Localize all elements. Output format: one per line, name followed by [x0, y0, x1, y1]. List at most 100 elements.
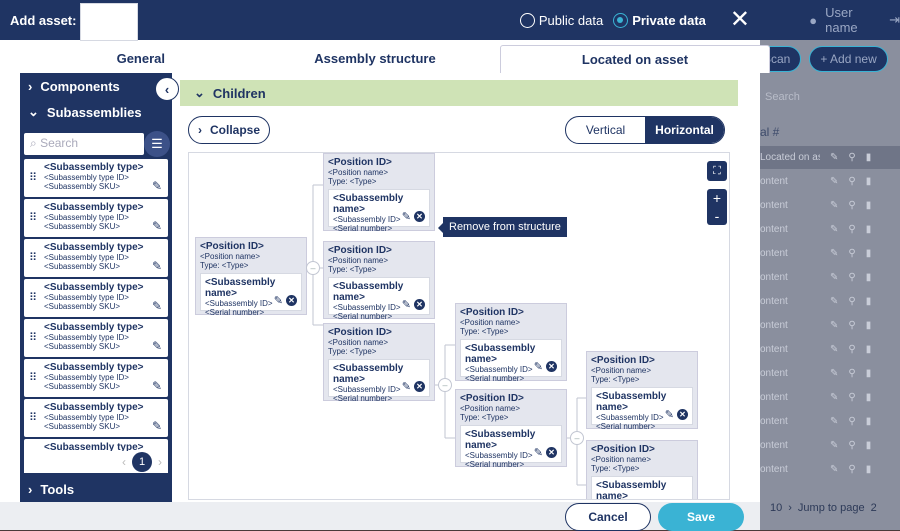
- position-node[interactable]: <Position ID> <Position name> Type: <Type>…: [455, 303, 567, 383]
- chevron-right-icon[interactable]: ›: [788, 502, 792, 514]
- background-row[interactable]: ontent ✎ ⚲ ▮: [748, 242, 900, 265]
- private-data-radio[interactable]: Private data: [613, 12, 706, 28]
- pencil-icon[interactable]: ✎: [830, 296, 838, 307]
- pencil-icon[interactable]: ✎: [830, 416, 838, 427]
- background-row[interactable]: Located on asset ✎ ⚲ ▮: [748, 146, 900, 169]
- zoom-out-button[interactable]: -: [707, 207, 727, 225]
- tab-located-on-asset[interactable]: Located on asset: [500, 45, 770, 73]
- pencil-icon[interactable]: ✎: [830, 224, 838, 235]
- pencil-icon[interactable]: ✎: [152, 299, 162, 313]
- pencil-icon[interactable]: ✎: [830, 368, 838, 379]
- subassembly-slot[interactable]: <Subassembly name> <Subassembly ID> <Seria…: [328, 277, 430, 321]
- remove-icon[interactable]: ✕: [546, 447, 557, 458]
- background-row[interactable]: ontent ✎ ⚲ ▮: [748, 314, 900, 337]
- background-row[interactable]: ontent ✎ ⚲ ▮: [748, 362, 900, 385]
- pencil-icon[interactable]: ✎: [274, 294, 283, 307]
- subassembly-card[interactable]: ⠿ <Subassembly type> <Subassembly type ID>…: [24, 319, 168, 357]
- pencil-icon[interactable]: ✎: [830, 464, 838, 475]
- remove-icon[interactable]: ✕: [286, 295, 297, 306]
- trash-icon[interactable]: ▮: [866, 464, 872, 475]
- tab-general[interactable]: General: [0, 45, 250, 73]
- chevron-left-icon[interactable]: ‹: [122, 455, 126, 469]
- add-new-button[interactable]: + Add new: [809, 46, 888, 72]
- position-node[interactable]: <Position ID> <Position name> Type: <Type>…: [455, 389, 567, 469]
- background-row[interactable]: ontent ✎ ⚲ ▮: [748, 266, 900, 289]
- position-node[interactable]: <Position ID> <Position name> Type: <Type>…: [195, 237, 307, 317]
- subassembly-card[interactable]: ⠿ <Subassembly type> <Subassembly type ID>…: [24, 359, 168, 397]
- save-button[interactable]: Save: [658, 503, 744, 531]
- pencil-icon[interactable]: ✎: [830, 176, 838, 187]
- background-row[interactable]: ontent ✎ ⚲ ▮: [748, 434, 900, 457]
- pencil-icon[interactable]: ✎: [152, 259, 162, 273]
- pencil-icon[interactable]: ✎: [830, 200, 838, 211]
- position-node[interactable]: <Position ID> <Position name> Type: <Type>…: [586, 351, 698, 431]
- drag-handle-icon[interactable]: ⠿: [29, 211, 37, 224]
- subassemblies-section-toggle[interactable]: ⌄ Subassemblies: [20, 99, 172, 125]
- background-row[interactable]: ontent ✎ ⚲ ▮: [748, 338, 900, 361]
- background-search[interactable]: Search: [760, 86, 900, 110]
- collapse-node-icon[interactable]: –: [570, 431, 584, 445]
- trash-icon[interactable]: ▮: [866, 368, 872, 379]
- background-row[interactable]: ontent ✎ ⚲ ▮: [748, 410, 900, 433]
- position-node[interactable]: <Position ID> <Position name> Type: <Type>…: [323, 153, 435, 233]
- background-row[interactable]: ontent ✎ ⚲ ▮: [748, 386, 900, 409]
- subassembly-slot[interactable]: <Subassembly name> <Subassembly ID> <Seria…: [591, 387, 693, 431]
- collapse-node-icon[interactable]: –: [306, 261, 320, 275]
- subassembly-slot[interactable]: <Subassembly name> <Subassembly ID> <Seria…: [460, 339, 562, 383]
- children-section-toggle[interactable]: ⌄ Children: [180, 80, 738, 106]
- location-icon[interactable]: ⚲: [848, 416, 855, 427]
- trash-icon[interactable]: ▮: [866, 248, 872, 259]
- trash-icon[interactable]: ▮: [866, 224, 872, 235]
- components-section-toggle[interactable]: › Components: [20, 73, 172, 99]
- pencil-icon[interactable]: ✎: [534, 360, 543, 373]
- subassembly-slot[interactable]: <Subassembly name> <Subassembly ID> <Seria…: [200, 273, 302, 317]
- pencil-icon[interactable]: ✎: [830, 344, 838, 355]
- subassembly-card[interactable]: ⠿ <Subassembly type> <Subassembly type ID>…: [24, 279, 168, 317]
- remove-icon[interactable]: ✕: [546, 361, 557, 372]
- trash-icon[interactable]: ▮: [866, 272, 872, 283]
- drag-handle-icon[interactable]: ⠿: [29, 251, 37, 264]
- pencil-icon[interactable]: ✎: [830, 440, 838, 451]
- location-icon[interactable]: ⚲: [848, 224, 855, 235]
- cancel-button[interactable]: Cancel: [565, 503, 651, 531]
- logout-icon[interactable]: ⇥: [889, 12, 900, 28]
- drag-handle-icon[interactable]: ⠿: [29, 331, 37, 344]
- trash-icon[interactable]: ▮: [866, 416, 872, 427]
- trash-icon[interactable]: ▮: [866, 176, 872, 187]
- tools-section-toggle[interactable]: › Tools: [20, 475, 172, 503]
- pencil-icon[interactable]: ✎: [665, 408, 674, 421]
- remove-icon[interactable]: ✕: [414, 211, 425, 222]
- page-number[interactable]: 1: [132, 452, 152, 472]
- location-icon[interactable]: ⚲: [848, 152, 855, 163]
- zoom-in-button[interactable]: +: [707, 189, 727, 207]
- location-icon[interactable]: ⚲: [848, 296, 855, 307]
- trash-icon[interactable]: ▮: [866, 320, 872, 331]
- pencil-icon[interactable]: ✎: [152, 379, 162, 393]
- pencil-icon[interactable]: ✎: [402, 380, 411, 393]
- drag-handle-icon[interactable]: ⠿: [29, 411, 37, 424]
- background-row[interactable]: ontent ✎ ⚲ ▮: [748, 194, 900, 217]
- tab-assembly-structure[interactable]: Assembly structure: [250, 45, 500, 73]
- trash-icon[interactable]: ▮: [866, 440, 872, 451]
- location-icon[interactable]: ⚲: [848, 368, 855, 379]
- pencil-icon[interactable]: ✎: [152, 179, 162, 193]
- drag-handle-icon[interactable]: ⠿: [29, 171, 37, 184]
- pencil-icon[interactable]: ✎: [534, 446, 543, 459]
- subassembly-slot[interactable]: <Subassembly name><Subassembly ID>: [591, 476, 693, 499]
- position-node[interactable]: <Position ID> <Position name> Type: <Type>…: [323, 241, 435, 321]
- pencil-icon[interactable]: ✎: [830, 272, 838, 283]
- drag-handle-icon[interactable]: ⠿: [29, 291, 37, 304]
- location-icon[interactable]: ⚲: [848, 392, 855, 403]
- background-row[interactable]: ontent ✎ ⚲ ▮: [748, 458, 900, 481]
- location-icon[interactable]: ⚲: [848, 176, 855, 187]
- background-row[interactable]: ontent ✎ ⚲ ▮: [748, 218, 900, 241]
- subassembly-slot[interactable]: <Subassembly name> <Subassembly ID> <Seria…: [460, 425, 562, 469]
- subassembly-card[interactable]: ⠿ <Subassembly type> <Subassembly type ID>…: [24, 159, 168, 197]
- pencil-icon[interactable]: ✎: [830, 248, 838, 259]
- pencil-icon[interactable]: ✎: [830, 320, 838, 331]
- location-icon[interactable]: ⚲: [848, 320, 855, 331]
- jump-input[interactable]: 2: [871, 502, 877, 514]
- location-icon[interactable]: ⚲: [848, 272, 855, 283]
- trash-icon[interactable]: ▮: [866, 200, 872, 211]
- pencil-icon[interactable]: ✎: [152, 339, 162, 353]
